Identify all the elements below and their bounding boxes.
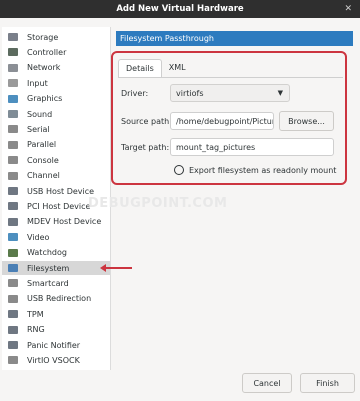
tab-xml[interactable]: XML <box>162 59 193 76</box>
vsock-icon <box>8 356 18 365</box>
panic-notifier-icon <box>8 341 18 349</box>
cancel-button[interactable]: Cancel <box>242 373 292 393</box>
hardware-item-label: MDEV Host Device <box>27 217 102 227</box>
source-path-input[interactable]: /home/debugpoint/Pictures <box>170 112 274 130</box>
browse-button[interactable]: Browse... <box>279 111 334 131</box>
hardware-item-label: Storage <box>27 32 59 42</box>
hardware-item-network[interactable]: Network <box>2 61 110 75</box>
mdev-host-icon <box>8 217 18 226</box>
hardware-item-usb-redirection[interactable]: USB Redirection <box>2 292 110 306</box>
hardware-item-sound[interactable]: Sound <box>2 107 110 121</box>
hardware-item-channel[interactable]: Channel <box>2 169 110 183</box>
pci-host-icon <box>8 202 18 211</box>
readonly-checkbox[interactable]: Export filesystem as readonly mount <box>174 165 336 175</box>
video-icon <box>8 233 18 242</box>
hardware-item-panic-notifier[interactable]: Panic Notifier <box>2 338 110 352</box>
panel-header: Filesystem Passthrough <box>116 31 353 46</box>
usb-redirection-icon <box>8 294 18 303</box>
window-titlebar: Add New Virtual Hardware ✕ <box>0 0 360 18</box>
checkbox-circle-icon <box>174 165 184 175</box>
hardware-item-parallel[interactable]: Parallel <box>2 138 110 152</box>
close-icon[interactable]: ✕ <box>344 4 352 14</box>
hardware-item-video[interactable]: Video <box>2 230 110 244</box>
storage-icon <box>8 33 18 41</box>
target-path-input[interactable]: mount_tag_pictures <box>170 138 334 156</box>
hardware-item-label: VirtIO VSOCK <box>27 355 80 365</box>
hardware-item-label: Console <box>27 155 59 165</box>
finish-button[interactable]: Finish <box>300 373 355 393</box>
input-icon <box>8 79 18 88</box>
hardware-item-label: Smartcard <box>27 278 69 288</box>
filesystem-icon <box>8 264 18 272</box>
controller-icon <box>8 48 18 57</box>
hardware-item-label: Video <box>27 232 50 242</box>
hardware-item-label: Parallel <box>27 140 57 150</box>
hardware-item-input[interactable]: Input <box>2 76 110 90</box>
hardware-item-rng[interactable]: RNG <box>2 323 110 337</box>
hardware-item-smartcard[interactable]: Smartcard <box>2 276 110 290</box>
hardware-item-label: Watchdog <box>27 248 67 258</box>
watchdog-icon <box>8 248 18 257</box>
network-icon <box>8 63 18 72</box>
serial-icon <box>8 125 18 134</box>
sound-icon <box>8 110 18 118</box>
tpm-icon <box>8 310 18 319</box>
window-title: Add New Virtual Hardware <box>116 4 244 14</box>
console-icon <box>8 156 18 165</box>
hardware-item-graphics[interactable]: Graphics <box>2 92 110 106</box>
hardware-item-watchdog[interactable]: Watchdog <box>2 246 110 260</box>
hardware-item-label: Filesystem <box>27 263 70 273</box>
target-path-label: Target path: <box>121 143 170 152</box>
hardware-item-mdev-host-device[interactable]: MDEV Host Device <box>2 215 110 229</box>
hardware-item-console[interactable]: Console <box>2 153 110 167</box>
graphics-icon <box>8 94 18 103</box>
rng-icon <box>8 325 18 334</box>
driver-label: Driver: <box>121 89 149 98</box>
hardware-item-label: Channel <box>27 171 60 181</box>
source-path-label: Source path: <box>121 117 172 126</box>
hardware-item-controller[interactable]: Controller <box>2 45 110 59</box>
parallel-icon <box>8 140 18 149</box>
hardware-item-label: Sound <box>27 109 53 119</box>
hardware-item-serial[interactable]: Serial <box>2 122 110 136</box>
hardware-item-virtio-vsock[interactable]: VirtIO VSOCK <box>2 353 110 367</box>
hardware-item-label: Input <box>27 78 48 88</box>
hardware-item-label: Panic Notifier <box>27 340 81 350</box>
arrow-annotation-line <box>104 267 132 269</box>
channel-icon <box>8 171 18 180</box>
hardware-item-tpm[interactable]: TPM <box>2 307 110 321</box>
hardware-item-label: Graphics <box>27 94 63 104</box>
driver-value: virtiofs <box>176 88 204 98</box>
chevron-down-icon: ▼ <box>277 89 283 97</box>
usb-host-icon <box>8 187 18 195</box>
driver-select[interactable]: virtiofs ▼ <box>170 84 290 102</box>
watermark-text: DEBUGPOINT.COM <box>88 196 228 211</box>
tab-bar: Details XML <box>118 59 193 77</box>
hardware-item-label: Serial <box>27 124 50 134</box>
smartcard-icon <box>8 279 18 288</box>
tab-details[interactable]: Details <box>118 59 162 77</box>
hardware-item-label: RNG <box>27 325 45 335</box>
hardware-item-filesystem[interactable]: Filesystem <box>2 261 110 275</box>
hardware-item-label: USB Host Device <box>27 186 95 196</box>
hardware-item-label: Network <box>27 63 61 73</box>
hardware-item-label: PCI Host Device <box>27 201 91 211</box>
hardware-item-label: USB Redirection <box>27 294 92 304</box>
hardware-item-label: TPM <box>27 309 44 319</box>
arrow-annotation-icon <box>100 264 106 272</box>
hardware-item-label: Controller <box>27 47 67 57</box>
readonly-label: Export filesystem as readonly mount <box>189 165 337 175</box>
hardware-item-storage[interactable]: Storage <box>2 30 110 44</box>
